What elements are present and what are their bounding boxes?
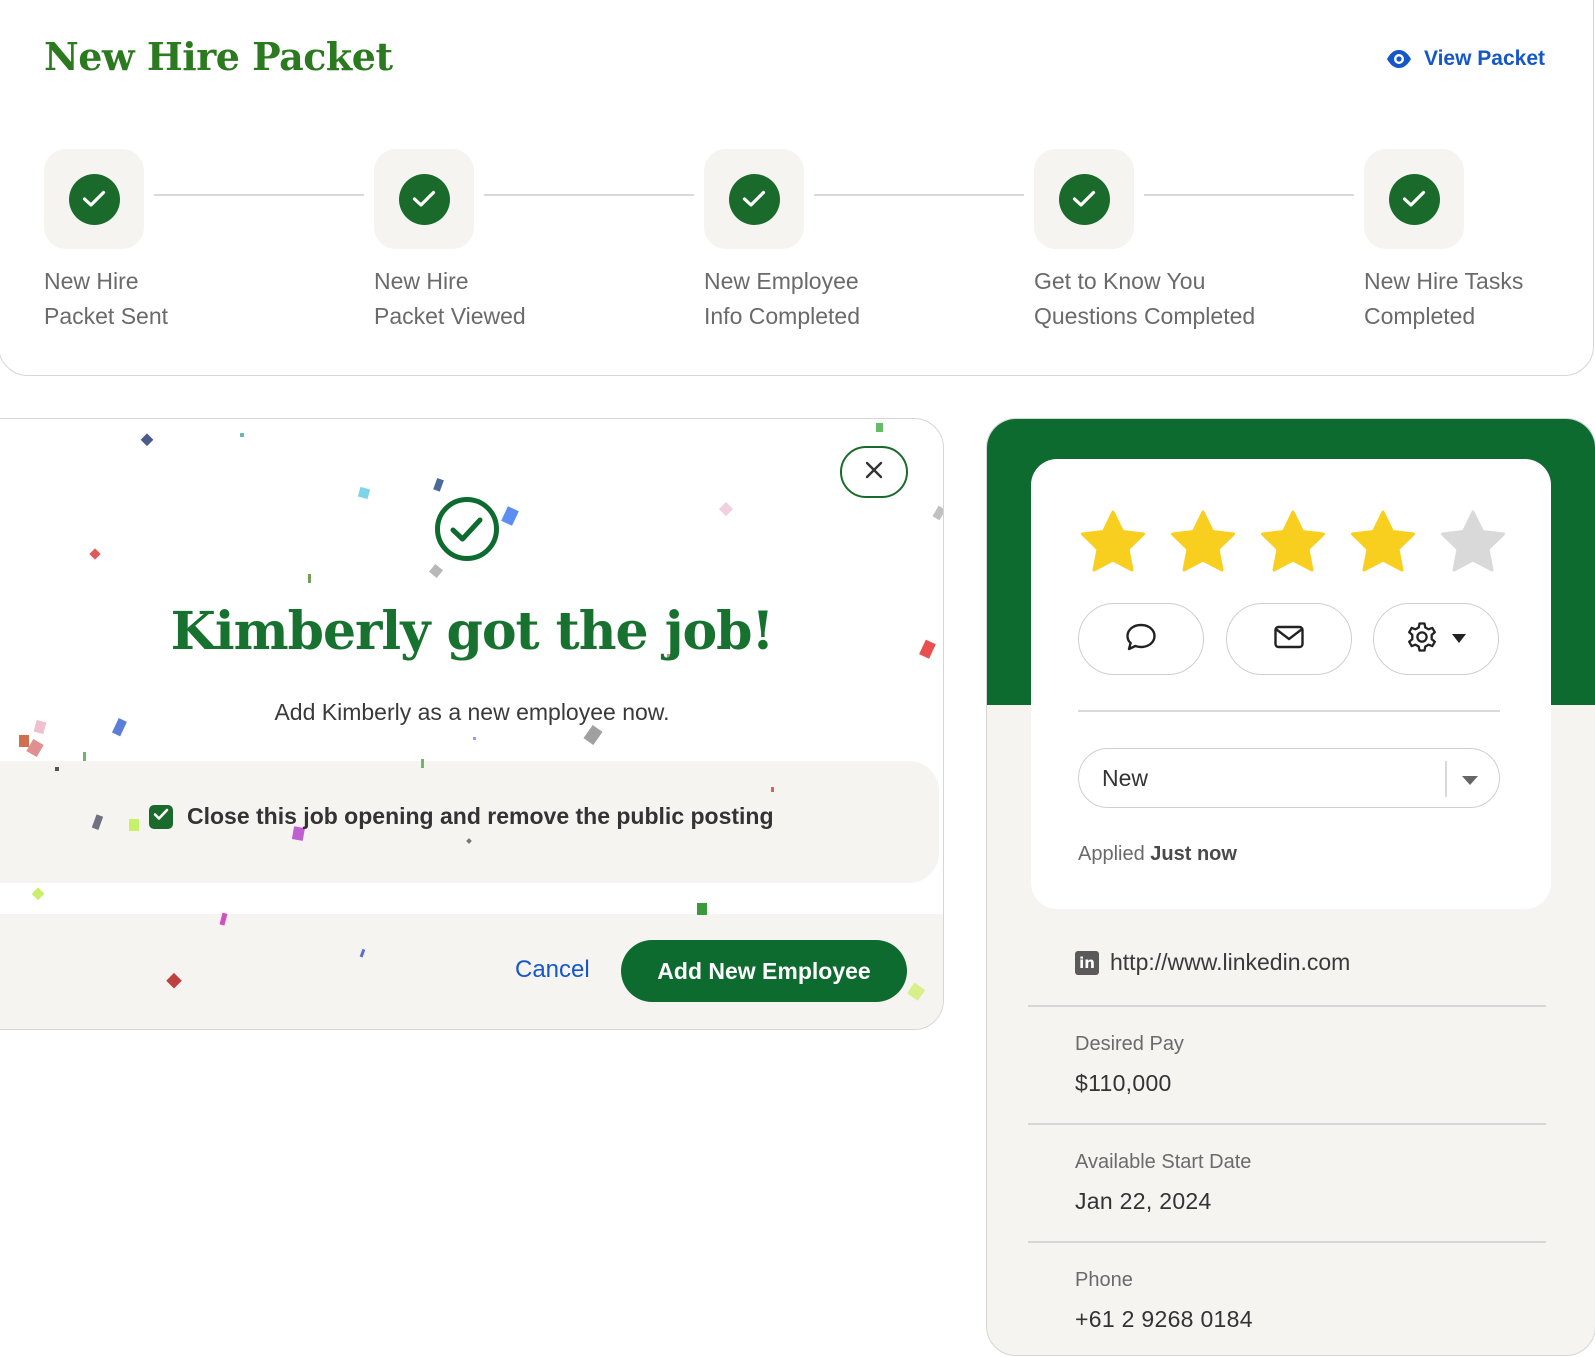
linkedin-row[interactable]: in http://www.linkedin.com (1075, 949, 1350, 976)
checkmark-icon (398, 173, 450, 225)
linkedin-link[interactable]: http://www.linkedin.com (1110, 949, 1350, 976)
star-icon-filled[interactable] (1259, 509, 1327, 575)
step-4-label: Get to Know You Questions Completed (1034, 264, 1255, 334)
checkmark-icon (728, 173, 780, 225)
desired-pay-label: Desired Pay (1075, 1033, 1184, 1055)
close-button[interactable] (840, 446, 908, 498)
star-icon-filled[interactable] (1169, 509, 1237, 575)
info-divider (1028, 1241, 1546, 1243)
step-label-line: New Hire (374, 268, 469, 294)
step-2-label: New Hire Packet Viewed (374, 264, 526, 334)
step-5-label: New Hire Tasks Completed (1364, 264, 1523, 334)
step-label-line: Completed (1364, 303, 1476, 329)
hire-success-modal: Kimberly got the job! Add Kimberly as a … (0, 418, 944, 1030)
step-label-line: New Hire Tasks (1364, 268, 1524, 294)
info-divider (1028, 1005, 1546, 1007)
chat-bubble-icon (1125, 622, 1157, 657)
applied-prefix: Applied (1078, 843, 1145, 865)
step-1-indicator (44, 149, 144, 249)
new-hire-packet-card: New Hire Packet View Packet New Hire Pac… (0, 0, 1594, 376)
caret-down-icon (1452, 630, 1466, 648)
step-connector (814, 194, 1024, 196)
step-label-line: Packet Viewed (374, 303, 526, 329)
step-label-line: Get to Know You (1034, 268, 1206, 294)
step-label-line: Info Completed (704, 303, 860, 329)
modal-title: Kimberly got the job! (170, 601, 775, 662)
star-icon-filled[interactable] (1349, 509, 1417, 575)
step-label-line: New Hire (44, 268, 139, 294)
checkmark-icon (68, 173, 120, 225)
modal-subtitle: Add Kimberly as a new employee now. (274, 699, 670, 725)
view-packet-label: View Packet (1423, 47, 1545, 70)
status-dropdown[interactable]: New (1078, 748, 1500, 808)
step-label-line: Packet Sent (44, 303, 169, 329)
checkmark-icon (1058, 173, 1110, 225)
comment-button[interactable] (1078, 603, 1204, 675)
step-5-indicator (1364, 149, 1464, 249)
view-packet-link[interactable]: View Packet (1386, 47, 1545, 71)
start-date-label: Available Start Date (1075, 1151, 1252, 1173)
applied-time: Just now (1150, 843, 1237, 865)
star-rating[interactable] (1079, 509, 1507, 575)
step-connector (1144, 194, 1354, 196)
candidate-summary-card: New Applied Just now (1031, 459, 1551, 909)
close-job-option[interactable]: Close this job opening and remove the pu… (149, 803, 774, 830)
card-divider (1078, 710, 1500, 712)
applied-timestamp: Applied Just now (1078, 843, 1237, 866)
step-label-line: New Employee (704, 268, 859, 294)
step-connector (484, 194, 694, 196)
phone-label: Phone (1075, 1269, 1133, 1291)
email-button[interactable] (1226, 603, 1352, 675)
settings-menu-button[interactable] (1373, 603, 1499, 675)
start-date-value: Jan 22, 2024 (1075, 1188, 1212, 1214)
close-icon (865, 461, 883, 484)
mail-icon (1273, 624, 1305, 655)
step-2-indicator (374, 149, 474, 249)
info-divider (1028, 1123, 1546, 1125)
step-connector (154, 194, 364, 196)
packet-title: New Hire Packet (44, 34, 393, 79)
dropdown-separator (1445, 761, 1447, 797)
status-value: New (1102, 765, 1149, 791)
desired-pay-value: $110,000 (1075, 1070, 1172, 1096)
add-new-employee-button[interactable]: Add New Employee (621, 940, 907, 1002)
phone-value: +61 2 9268 0184 (1075, 1306, 1253, 1332)
step-3-indicator (704, 149, 804, 249)
star-icon-empty[interactable] (1439, 509, 1507, 575)
checkmark-icon (153, 808, 169, 826)
eye-icon (1386, 49, 1412, 69)
linkedin-icon: in (1075, 950, 1099, 975)
gear-icon (1406, 621, 1438, 658)
close-job-checkbox-label: Close this job opening and remove the pu… (187, 803, 774, 829)
step-label-line: Questions Completed (1034, 303, 1256, 329)
cancel-button[interactable]: Cancel (515, 956, 590, 984)
step-4-indicator (1034, 149, 1134, 249)
caret-down-icon (1462, 773, 1478, 791)
success-check-icon (434, 496, 500, 567)
close-job-checkbox[interactable] (149, 804, 173, 829)
step-3-label: New Employee Info Completed (704, 264, 860, 334)
candidate-panel: New Applied Just now in http://www.linke… (986, 418, 1595, 1356)
checkmark-icon (1388, 173, 1440, 225)
step-1-label: New Hire Packet Sent (44, 264, 168, 334)
star-icon-filled[interactable] (1079, 509, 1147, 575)
